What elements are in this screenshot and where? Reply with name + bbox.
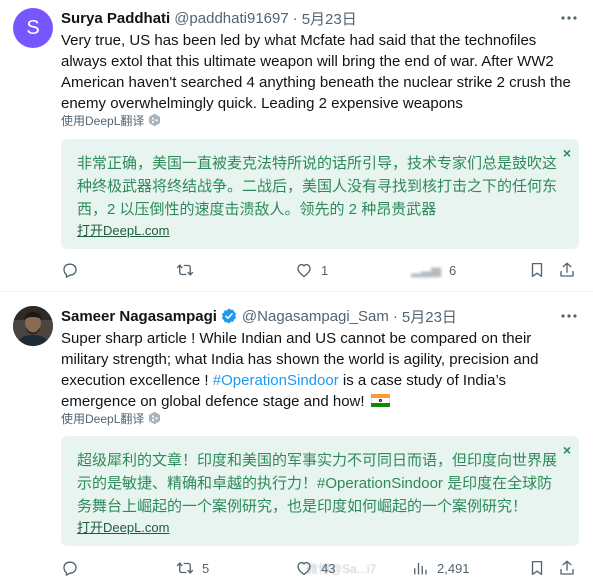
bookmark-icon [531,262,543,278]
avatar[interactable] [13,306,53,346]
reply-icon [63,561,77,576]
translate-with-deepl[interactable]: 使用DeepL翻译 [61,410,161,426]
india-flag-icon [370,394,390,407]
share-button[interactable] [558,558,576,578]
bookmark-icon [531,560,543,576]
views-button[interactable]: 2,491 [411,558,470,578]
author-name[interactable]: Sameer Nagasampagi [61,308,217,325]
views-button[interactable]: ▂▃▅ 6 [411,260,456,280]
share-icon [560,560,574,575]
share-button[interactable] [558,260,576,280]
share-icon [560,262,574,277]
action-bar: 5 微博@Sa...i7 43 2,491 [61,558,579,578]
views-count: 6 [449,262,457,278]
like-button[interactable]: 43 [295,558,335,578]
deepl-icon [149,411,161,425]
like-icon [297,561,311,576]
views-icon [414,562,427,575]
more-icon[interactable] [559,306,579,326]
timestamp[interactable]: 5月23日 [402,306,457,327]
author-handle[interactable]: @paddhati91697 [174,10,289,27]
retweet-icon [176,562,194,574]
open-deepl-link[interactable]: 打开DeepL.com [77,517,169,536]
translate-label: 使用DeepL翻译 [61,113,145,128]
timestamp[interactable]: 5月23日 [302,8,357,29]
translation-text: 非常正确，美国一直被麦克法特所说的话所引导，技术专家们总是鼓吹这种终极武器将终结… [77,155,558,218]
tweet-card[interactable]: Sameer Nagasampagi @Nagasampagi_Sam · 5月… [0,293,593,587]
like-button[interactable]: 1 [295,260,328,280]
close-icon[interactable]: × [563,443,571,457]
views-icon: ▂▃▅ [411,262,441,277]
tweet-card[interactable]: S Surya Paddhati @paddhati91697 · 5月23日 … [0,0,593,292]
author-name[interactable]: Surya Paddhati [61,10,170,27]
action-bar: 1 ▂▃▅ 6 [61,260,579,280]
retweet-button[interactable] [176,260,202,280]
hashtag-link[interactable]: #OperationSindoor [213,372,339,389]
bookmark-button[interactable] [528,558,546,578]
close-icon[interactable]: × [563,146,571,160]
avatar[interactable]: S [13,8,53,48]
translation-box: 超级犀利的文章！印度和美国的军事实力不可同日而语，但印度向世界展示的是敏捷、精确… [61,436,579,546]
translation-box: 非常正确，美国一直被麦克法特所说的话所引导，技术专家们总是鼓吹这种终极武器将终结… [61,139,579,249]
reply-icon [63,263,77,278]
separator: · [392,307,398,325]
open-deepl-link[interactable]: 打开DeepL.com [77,220,169,239]
reply-button[interactable] [61,260,87,280]
reply-button[interactable] [61,558,87,578]
retweet-count: 5 [202,560,210,576]
deepl-icon [149,113,161,127]
translate-with-deepl[interactable]: 使用DeepL翻译 [61,112,161,128]
like-count: 1 [321,262,329,278]
tweet-text: Super sharp article ! While Indian and U… [61,330,539,410]
more-icon[interactable] [559,8,579,28]
like-count: 43 [321,560,336,576]
retweet-icon [176,264,194,276]
tweet-header: Sameer Nagasampagi @Nagasampagi_Sam · 5月… [61,306,553,326]
tweet-text: Very true, US has been led by what Mcfat… [61,32,571,112]
separator: · [292,9,298,27]
views-count: 2,491 [437,560,470,576]
translate-label: 使用DeepL翻译 [61,411,145,426]
retweet-button[interactable]: 5 [176,558,209,578]
like-icon [297,263,311,278]
tweet-header: Surya Paddhati @paddhati91697 · 5月23日 [61,8,553,28]
bookmark-button[interactable] [528,260,546,280]
author-handle[interactable]: @Nagasampagi_Sam [242,308,389,325]
verified-icon [221,308,236,324]
translation-text: 超级犀利的文章！印度和美国的军事实力不可同日而语，但印度向世界展示的是敏捷、精确… [77,452,558,515]
